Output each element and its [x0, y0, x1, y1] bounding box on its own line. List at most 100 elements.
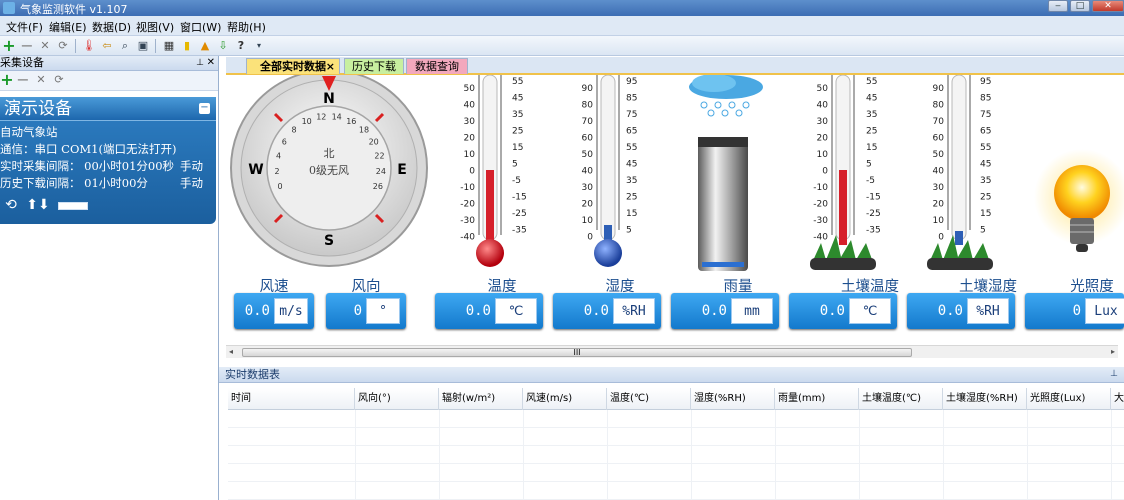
scale-label: 26 — [373, 182, 383, 191]
scale-label: 5 — [626, 225, 632, 235]
tab-history[interactable]: 历史下载 — [344, 58, 404, 74]
device-settings-icon[interactable]: ⟳ — [52, 73, 66, 87]
scale-label: 10 — [302, 117, 312, 126]
scale-label: 85 — [980, 93, 991, 103]
column-header[interactable]: 温度(℃) — [607, 388, 691, 410]
column-header[interactable]: 风速(m/s) — [523, 388, 607, 410]
scale-label: 60 — [933, 134, 945, 144]
realtime-table-title: 实时数据表 — [225, 368, 280, 381]
note-icon[interactable]: ▮ — [180, 39, 194, 53]
column-header[interactable]: 大 — [1111, 388, 1124, 410]
table-row[interactable] — [228, 428, 1124, 446]
scale-label: 55 — [626, 143, 637, 153]
settings-icon[interactable]: ⟳ — [56, 39, 70, 53]
scale-label: 15 — [626, 209, 637, 219]
scale-label: 15 — [866, 143, 877, 153]
compass-w: W — [248, 162, 263, 178]
back-icon[interactable]: ⇦ — [100, 39, 114, 53]
pin-icon[interactable]: ⊥ — [196, 56, 204, 70]
humidity-gauge: 90 80 70 60 50 40 30 20 10 0 95 85 75 65 55 45 35 25 15 5 — [582, 75, 637, 267]
help-icon[interactable]: ? — [234, 39, 248, 53]
refresh-icon[interactable]: ⟲ — [4, 198, 18, 212]
scale-label: -15 — [512, 192, 527, 202]
sensor-unit: ℃ — [849, 298, 891, 324]
device-panel-title: 采集设备 — [0, 56, 44, 69]
scale-label: 35 — [980, 176, 991, 186]
horizontal-scrollbar[interactable]: ◂ III ▸ — [226, 345, 1118, 358]
table-row[interactable] — [228, 446, 1124, 464]
download-icon[interactable]: ⇩ — [216, 39, 230, 53]
scale-label: 0 — [938, 233, 944, 243]
table-row[interactable] — [228, 464, 1124, 482]
column-header[interactable]: 土壤温度(℃) — [859, 388, 943, 410]
device-line: 自动气象站 — [0, 125, 58, 139]
column-header[interactable]: 雨量(mm) — [775, 388, 859, 410]
scroll-thumb[interactable]: III — [242, 348, 912, 357]
sensor-value-box: 0.0 mm — [671, 293, 779, 329]
scale-label: 15 — [512, 143, 523, 153]
toolbar: + − ✕ ⟳ 🌡 ⇦ ⌕ ▣ ▦ ▮ ▲ ⇩ ? ▾ — [0, 36, 1124, 56]
scale-label: -20 — [813, 200, 828, 210]
column-header[interactable]: 辐射(w/m²) — [439, 388, 523, 410]
scale-label: -40 — [460, 233, 475, 243]
menu-help[interactable]: 帮助(H) — [227, 19, 266, 35]
table-row[interactable] — [228, 482, 1124, 500]
remove-icon[interactable]: − — [20, 38, 34, 54]
device-card[interactable]: 演示设备 − 自动气象站 通信：串口 COM1(端口无法打开) 实时采集间隔： … — [0, 97, 216, 224]
transfer-icon[interactable]: ⬆⬇ — [24, 198, 52, 212]
alarm-icon[interactable]: ▲ — [198, 39, 212, 53]
table-row[interactable] — [228, 410, 1124, 428]
tab-realtime[interactable]: 全部实时数据 × — [246, 58, 340, 74]
scale-label: 35 — [626, 176, 637, 186]
column-header[interactable]: 土壤湿度(%RH) — [943, 388, 1027, 410]
collapse-icon[interactable]: − — [199, 103, 210, 114]
column-header[interactable]: 湿度(%RH) — [691, 388, 775, 410]
tools-icon[interactable]: ✕ — [38, 39, 52, 53]
scale-label: 35 — [866, 110, 877, 120]
export-icon[interactable]: ▣ — [136, 39, 150, 53]
sensor-value-box: 0 ° — [326, 293, 406, 329]
film-icon[interactable]: ▦ — [162, 39, 176, 53]
device-tools-icon[interactable]: ✕ — [34, 73, 48, 87]
menu-window[interactable]: 窗口(W) — [180, 19, 221, 35]
scale-label: 8 — [291, 126, 296, 135]
add-icon[interactable]: + — [2, 38, 16, 54]
scale-label: 12 — [316, 113, 326, 122]
minimize-button[interactable]: ‒ — [1048, 0, 1068, 12]
column-header[interactable]: 时间 — [228, 388, 355, 410]
close-button[interactable]: ✕ — [1092, 0, 1124, 12]
scale-label: 24 — [376, 167, 386, 176]
menu-bar: 文件(F) 编辑(E) 数据(D) 视图(V) 窗口(W) 帮助(H) — [0, 16, 1124, 36]
column-header[interactable]: 风向(°) — [355, 388, 439, 410]
sensor-unit: m/s — [274, 298, 308, 324]
scale-label: -5 — [866, 176, 875, 186]
scroll-left-icon[interactable]: ◂ — [229, 347, 233, 356]
toolbar-overflow-icon[interactable]: ▾ — [252, 39, 266, 53]
menu-edit[interactable]: 编辑(E) — [49, 19, 87, 35]
scroll-right-icon[interactable]: ▸ — [1111, 347, 1115, 356]
menu-file[interactable]: 文件(F) — [6, 19, 43, 35]
device-panel: 采集设备 ⊥ ✕ + − ✕ ⟳ 演示设备 − 自动气象站 通信：串口 COM1… — [0, 56, 219, 500]
scale-label: -35 — [512, 225, 527, 235]
tab-query[interactable]: 数据查询 — [406, 58, 468, 74]
panel-close-icon[interactable]: ✕ — [207, 56, 215, 70]
pin-icon[interactable]: ⊥ — [1110, 367, 1118, 382]
sensor-value-box: 0.0 %RH — [907, 293, 1015, 329]
thermometer-icon[interactable]: 🌡 — [82, 39, 96, 53]
scale-label: -25 — [866, 209, 881, 219]
column-header[interactable]: 光照度(Lux) — [1027, 388, 1111, 410]
sensor-unit: Lux — [1085, 298, 1124, 324]
menu-view[interactable]: 视图(V) — [136, 19, 174, 35]
scale-label: 20 — [369, 137, 379, 146]
menu-data[interactable]: 数据(D) — [92, 19, 131, 35]
add-device-icon[interactable]: + — [0, 72, 14, 88]
scale-label: 85 — [626, 93, 637, 103]
scale-label: 35 — [512, 110, 523, 120]
scale-label: -10 — [813, 183, 828, 193]
sensor-value-box: 0 Lux — [1025, 293, 1124, 329]
sensor-unit: %RH — [613, 298, 655, 324]
remove-device-icon[interactable]: − — [16, 72, 30, 88]
search-icon[interactable]: ⌕ — [118, 39, 132, 53]
soil-temperature-gauge: 50 40 30 20 10 0 -10 -20 -30 -40 55 45 35 25 15 5 -5 -15 -… — [810, 75, 881, 270]
maximize-button[interactable]: □ — [1070, 0, 1090, 12]
